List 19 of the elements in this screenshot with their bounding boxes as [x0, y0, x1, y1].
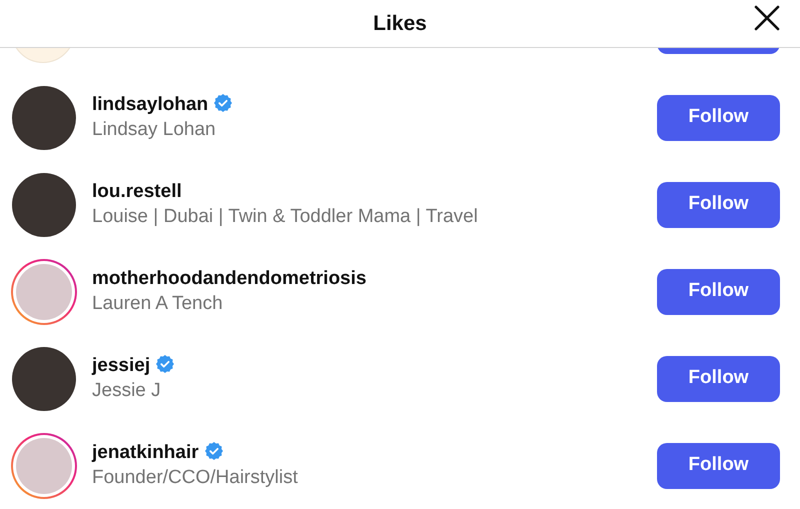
dialog-title: Likes	[373, 10, 427, 37]
follow-button[interactable]: Follow	[657, 268, 780, 314]
full-name: Lindsay Lohan	[92, 118, 217, 142]
username[interactable]: motherhoodandendometriosis	[92, 268, 366, 289]
username[interactable]: jessiej	[92, 355, 150, 376]
username[interactable]: lou.restell	[92, 181, 182, 202]
full-name: Lauren A Tench	[92, 292, 224, 316]
follow-button[interactable]: Follow	[657, 94, 780, 140]
follow-button[interactable]: Follow	[657, 442, 780, 488]
username[interactable]: lindsaylohan	[92, 94, 208, 115]
username[interactable]: jenatkinhair	[92, 442, 199, 463]
full-name: Louise | Dubai | Twin & Toddler Mama | Travel	[92, 205, 479, 229]
follow-button[interactable]: Follow	[657, 356, 780, 402]
close-icon[interactable]	[754, 5, 780, 31]
avatar-photo	[16, 438, 72, 494]
avatar-photo	[16, 264, 72, 320]
full-name: Founder/CCO/Hairstylist	[92, 466, 299, 490]
full-name: Jessie J	[92, 379, 162, 403]
follow-button[interactable]: Follow	[657, 182, 780, 228]
